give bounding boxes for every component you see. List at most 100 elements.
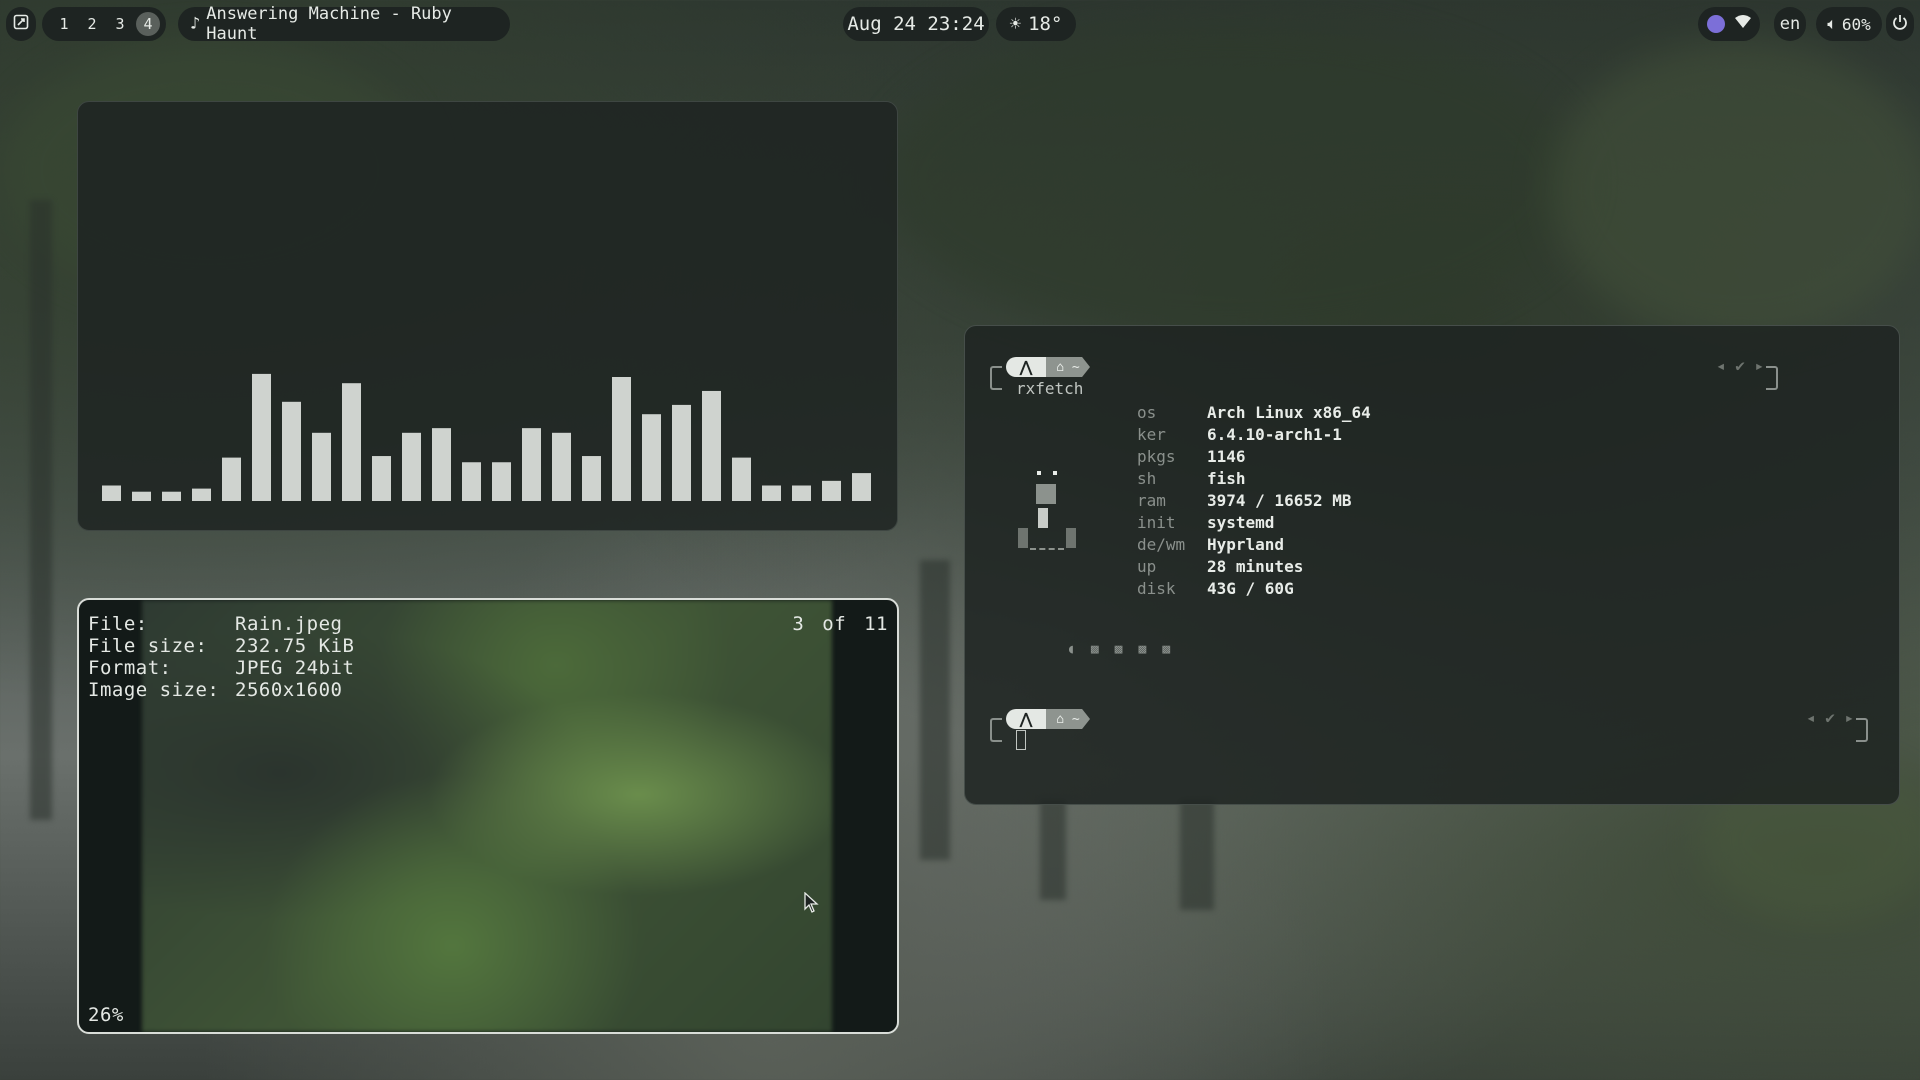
info-value: 3974 / 16652 MB (1207, 491, 1352, 510)
visualizer-bar (792, 485, 811, 501)
visualizer-bar (132, 491, 151, 501)
info-label: sh (1137, 469, 1157, 488)
info-value: fish (1207, 469, 1246, 488)
power-icon (1892, 14, 1908, 35)
visualizer-bar (102, 485, 121, 501)
prompt-bracket-left (990, 366, 1002, 390)
text-cursor[interactable] (1016, 730, 1026, 750)
visualizer-bar (252, 373, 271, 501)
weather-temp: 18° (1028, 13, 1063, 35)
language-indicator[interactable]: en (1774, 7, 1806, 41)
arch-icon: ⋀ (1006, 709, 1046, 729)
launcher-button[interactable] (6, 7, 36, 41)
launcher-icon (13, 14, 29, 35)
visualizer-bar (462, 462, 481, 501)
info-label: pkgs (1137, 447, 1176, 466)
prompt-dir: ~ (1071, 711, 1080, 727)
prompt-bracket-right (1766, 366, 1778, 390)
home-icon: ⌂ ~ (1046, 709, 1090, 729)
volume-level: 60% (1841, 14, 1871, 34)
volume-widget[interactable]: 🔈︎ 60% (1816, 7, 1882, 41)
prompt-dir: ~ (1071, 359, 1080, 375)
image-total: 11 (864, 613, 888, 635)
image-metadata: File: Rain.jpeg File size: 232.75 KiB Form… (88, 613, 354, 701)
tray (1698, 7, 1760, 41)
prompt-segment: ⋀ ⌂ ~ (1006, 356, 1090, 378)
visualizer-bar (222, 457, 241, 501)
command-text: rxfetch (1016, 379, 1084, 398)
audio-visualizer-window[interactable] (77, 101, 898, 531)
music-note-icon: ♪ (190, 14, 201, 34)
image-index: 3 (792, 613, 805, 635)
mouse-cursor-icon (804, 891, 820, 918)
weather-widget[interactable]: ☀ 18° (996, 7, 1076, 41)
visualizer-bar (342, 383, 361, 501)
info-value: Arch Linux x86_64 (1207, 403, 1371, 422)
info-label: ker (1137, 425, 1166, 444)
visualizer-bar (672, 404, 691, 501)
pacman-icon: ◖ (1067, 642, 1075, 657)
dims-label: Image size: (88, 679, 220, 701)
file-value: Rain.jpeg (235, 613, 343, 635)
workspace-1[interactable]: 1 (52, 12, 76, 36)
visualizer-bar (582, 456, 601, 501)
media-widget[interactable]: ♪ Answering Machine - Ruby Haunt (178, 4, 510, 44)
visualizer-bars (102, 373, 871, 501)
visualizer-bar (432, 428, 451, 501)
file-label: File: (88, 613, 148, 635)
info-label: ram (1137, 491, 1166, 510)
visualizer-bar (732, 457, 751, 501)
workspace-2[interactable]: 2 (80, 12, 104, 36)
ghost-icon: ▩ (1138, 642, 1147, 657)
visualizer-bar (312, 432, 331, 501)
media-title: Answering Machine - Ruby Haunt (206, 4, 452, 44)
info-value: systemd (1207, 513, 1275, 532)
power-button[interactable] (1886, 7, 1914, 41)
info-label: disk (1137, 579, 1176, 598)
home-icon: ⌂ ~ (1046, 357, 1090, 377)
size-label: File size: (88, 635, 208, 657)
ghost-icon: ▩ (1114, 642, 1123, 657)
visualizer-bar (852, 473, 871, 501)
info-value: 1146 (1207, 447, 1246, 466)
info-value: Hyprland (1207, 535, 1285, 554)
dims-value: 2560x1600 (235, 679, 343, 701)
language-label: en (1779, 14, 1801, 34)
visualizer-bar (162, 491, 181, 501)
wifi-icon[interactable] (1734, 14, 1751, 34)
info-label: init (1137, 513, 1176, 532)
size-value: 232.75 KiB (235, 635, 355, 657)
terminal-window[interactable]: ⋀ ⌂ ~ rxfetch ◂ ✔ ▸ os Arch Linux x86_64 k… (964, 325, 1900, 805)
info-value: 6.4.10-arch1-1 (1207, 425, 1342, 444)
prompt-bracket-right (1856, 718, 1868, 742)
workspace-3[interactable]: 3 (108, 12, 132, 36)
ascii-art (1015, 471, 1076, 551)
ghost-icon: ▩ (1090, 642, 1099, 657)
datetime: Aug 24 23:24 (847, 13, 985, 35)
image-of: of (822, 613, 847, 635)
visualizer-bar (822, 480, 841, 501)
visualizer-bar (642, 414, 661, 501)
avatar-icon[interactable] (1707, 15, 1726, 33)
visualizer-bar (552, 432, 571, 501)
visualizer-bar (372, 456, 391, 501)
prompt-segment: ⋀ ⌂ ~ (1006, 708, 1090, 730)
image-viewer-window[interactable]: File: Rain.jpeg File size: 232.75 KiB Form… (77, 598, 899, 1034)
format-label: Format: (88, 657, 172, 679)
format-value: JPEG 24bit (235, 657, 355, 679)
info-label: os (1137, 403, 1157, 422)
sun-icon: ☀ (1009, 13, 1022, 35)
top-bar: 1 2 3 4 ♪ Answering Machine - Ruby Haunt… (0, 0, 1920, 48)
workspace-4[interactable]: 4 (136, 12, 160, 36)
info-value: 43G / 60G (1207, 579, 1294, 598)
speaker-icon: 🔈︎ (1827, 14, 1837, 33)
clock[interactable]: Aug 24 23:24 (843, 7, 989, 41)
prompt-bracket-left (990, 718, 1002, 742)
visualizer-bar (522, 428, 541, 501)
visualizer-bar (612, 377, 631, 501)
visualizer-bar (402, 432, 421, 501)
visualizer-bar (192, 488, 211, 501)
visualizer-bar (282, 401, 301, 501)
arch-icon: ⋀ (1006, 357, 1046, 377)
image-counter: 3 of 11 (792, 613, 888, 635)
